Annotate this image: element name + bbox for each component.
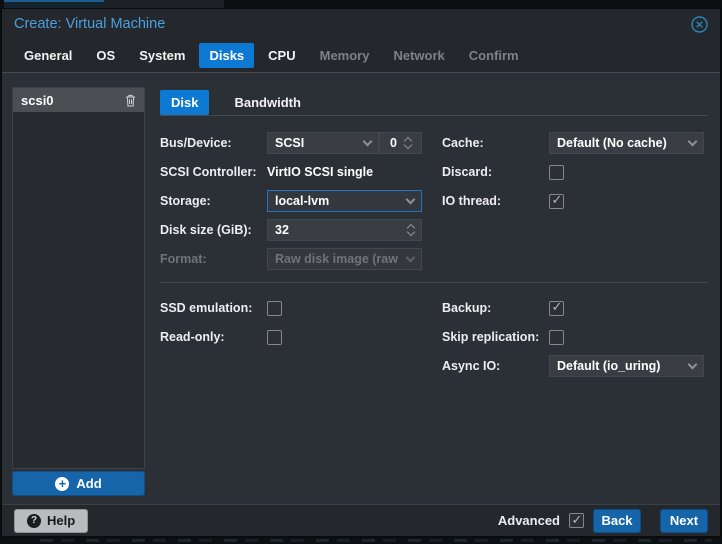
format-label: Format: xyxy=(160,252,207,266)
cache-value: Default (No cache) xyxy=(557,136,667,150)
skip-replication-label: Skip replication: xyxy=(442,330,540,344)
back-button[interactable]: Back xyxy=(593,508,641,533)
cache-row: Cache: Default (No cache) xyxy=(442,132,710,154)
tab-general[interactable]: General xyxy=(14,43,82,68)
skip-replication-checkbox[interactable] xyxy=(549,329,564,345)
disk-size-spinner[interactable] xyxy=(406,223,416,237)
next-button[interactable]: Next xyxy=(660,508,708,533)
chevron-down-icon xyxy=(405,252,416,262)
background-page-tab xyxy=(4,0,104,8)
discard-checkbox[interactable] xyxy=(549,164,564,180)
storage-combobox[interactable]: local-lvm xyxy=(267,190,422,212)
tab-memory: Memory xyxy=(319,48,370,63)
advanced-column-left: SSD emulation: Read-only: xyxy=(160,297,428,355)
bus-device-label: Bus/Device: xyxy=(160,136,232,150)
ssd-emulation-row: SSD emulation: xyxy=(160,297,428,319)
advanced-section-separator xyxy=(160,282,708,283)
subtab-disk[interactable]: Disk xyxy=(160,90,210,115)
io-thread-label: IO thread: xyxy=(442,194,502,208)
trash-icon[interactable] xyxy=(125,94,136,107)
disk-list-panel: scsi0 xyxy=(12,87,145,469)
dialog-title: Create: Virtual Machine xyxy=(14,16,166,32)
subtab-separator xyxy=(160,115,708,116)
background-page-fragment xyxy=(104,0,224,8)
backup-label: Backup: xyxy=(442,301,492,315)
read-only-row: Read-only: xyxy=(160,326,428,348)
storage-row: Storage: local-lvm xyxy=(160,190,428,212)
storage-label: Storage: xyxy=(160,194,211,208)
cache-label: Cache: xyxy=(442,136,484,150)
tab-system[interactable]: System xyxy=(129,43,195,68)
tab-cpu[interactable]: CPU xyxy=(258,43,305,68)
create-vm-dialog: Create: Virtual Machine General OS Syste… xyxy=(1,8,721,537)
bus-combobox[interactable]: SCSI xyxy=(267,132,379,154)
chevron-down-icon xyxy=(687,359,698,369)
device-number-field[interactable]: 0 xyxy=(379,132,422,154)
ssd-emulation-checkbox[interactable] xyxy=(267,300,282,316)
discard-label: Discard: xyxy=(442,165,493,179)
help-label: Help xyxy=(47,513,76,528)
subtab-bandwidth[interactable]: Bandwidth xyxy=(223,90,311,115)
form-column-right: Cache: Default (No cache) Discard: IO th… xyxy=(442,132,710,219)
device-number-value: 0 xyxy=(390,136,397,150)
async-io-row: Async IO: Default (io_uring) xyxy=(442,355,710,377)
form-column-left: Bus/Device: SCSI 0 SCSI Controller: Virt… xyxy=(160,132,428,277)
disk-item-label: scsi0 xyxy=(21,92,54,108)
tab-os[interactable]: OS xyxy=(86,43,125,68)
async-io-value: Default (io_uring) xyxy=(557,359,661,373)
io-thread-row: IO thread: xyxy=(442,190,710,212)
background-page-fragment-bottom xyxy=(0,537,722,544)
scsi-controller-label: SCSI Controller: xyxy=(160,165,257,179)
advanced-checkbox[interactable] xyxy=(569,512,584,528)
chevron-down-icon xyxy=(687,136,698,146)
add-button-label: Add xyxy=(76,476,102,491)
disk-size-value: 32 xyxy=(275,223,289,237)
read-only-checkbox[interactable] xyxy=(267,329,282,345)
close-icon[interactable] xyxy=(691,15,708,33)
scsi-controller-value: VirtIO SCSI single xyxy=(267,165,374,179)
chevron-down-icon xyxy=(362,136,373,146)
format-row: Format: Raw disk image (raw xyxy=(160,248,428,270)
disk-list-item-scsi0[interactable]: scsi0 xyxy=(13,88,144,112)
help-button[interactable]: ? Help xyxy=(14,508,89,533)
storage-value: local-lvm xyxy=(275,194,330,208)
backup-checkbox[interactable] xyxy=(549,299,564,316)
advanced-label: Advanced xyxy=(497,513,560,528)
ssd-emulation-label: SSD emulation: xyxy=(160,301,253,315)
tab-confirm: Confirm xyxy=(468,48,519,63)
bus-device-row: Bus/Device: SCSI 0 xyxy=(160,132,428,154)
advanced-column-right: Backup: Skip replication: Async IO: Defa… xyxy=(442,297,710,384)
disk-size-field[interactable]: 32 xyxy=(267,219,422,241)
async-io-label: Async IO: xyxy=(442,359,501,373)
tab-network: Network xyxy=(393,48,445,63)
skip-replication-row: Skip replication: xyxy=(442,326,710,348)
read-only-label: Read-only: xyxy=(160,330,225,344)
async-io-combobox[interactable]: Default (io_uring) xyxy=(549,355,704,377)
disk-size-row: Disk size (GiB): 32 xyxy=(160,219,428,241)
dialog-footer: ? Help Advanced Back Next xyxy=(2,504,720,536)
add-disk-button[interactable]: + Add xyxy=(12,471,145,496)
question-icon: ? xyxy=(27,513,41,528)
dialog-titlebar: Create: Virtual Machine xyxy=(2,9,720,39)
footer-actions: Advanced Back Next xyxy=(497,508,708,533)
device-spinner[interactable] xyxy=(403,136,413,150)
chevron-down-icon xyxy=(405,194,416,204)
disk-subtab-bar: Disk Bandwidth xyxy=(160,90,312,115)
backup-row: Backup: xyxy=(442,297,710,319)
discard-row: Discard: xyxy=(442,161,710,183)
disk-size-label: Disk size (GiB): xyxy=(160,223,252,237)
io-thread-checkbox[interactable] xyxy=(549,192,564,209)
tab-disks[interactable]: Disks xyxy=(199,43,255,68)
wizard-tab-bar: General OS System Disks CPU Memory Netwo… xyxy=(2,39,720,73)
format-combobox: Raw disk image (raw xyxy=(267,248,422,270)
cache-combobox[interactable]: Default (No cache) xyxy=(549,132,704,154)
bus-value: SCSI xyxy=(275,136,305,150)
plus-circle-icon: + xyxy=(55,476,70,491)
format-value: Raw disk image (raw xyxy=(275,252,398,266)
scsi-controller-row: SCSI Controller: VirtIO SCSI single xyxy=(160,161,428,183)
